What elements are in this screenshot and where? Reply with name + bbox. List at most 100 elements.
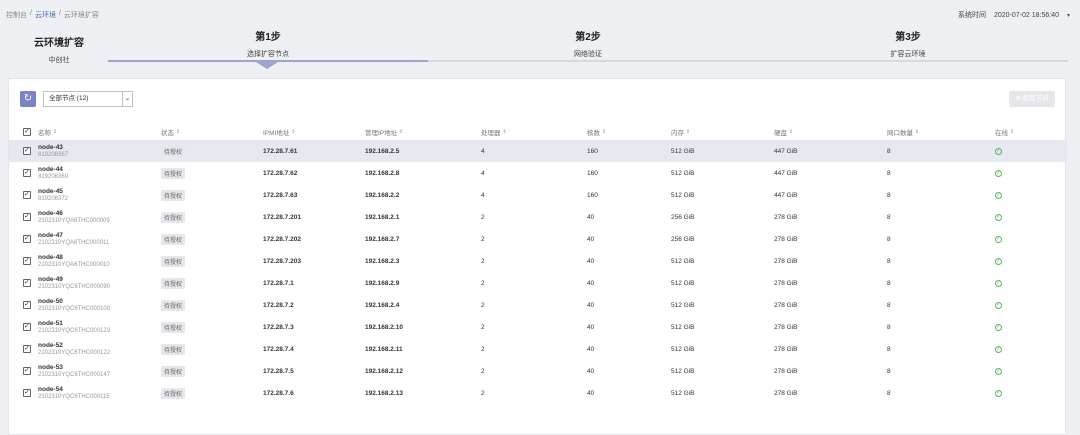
node-name[interactable]: node-45: [38, 188, 63, 195]
table-row[interactable]: ✓ node-54 2102310YQC6THC000115 待授权 172.28.7.…: [9, 382, 1067, 404]
table-row[interactable]: ✓ node-43 819208367 待授权 172.28.7.61 192.168.2…: [9, 140, 1067, 162]
table-row[interactable]: ✓ node-47 2102310YQA6THC000011 待授权 172.28.7.…: [9, 228, 1067, 250]
table-row[interactable]: ✓ node-49 2102310YQC6THC000090 待授权 172.28.7.…: [9, 272, 1067, 294]
cpu-count: 2: [481, 389, 485, 397]
mgmt-ip-address: 192.168.2.3: [365, 257, 400, 265]
table-row[interactable]: ✓ node-44 819208369 待授权 172.28.7.62 192.168.2…: [9, 162, 1067, 184]
row-checkbox[interactable]: ✓: [23, 169, 31, 177]
node-name[interactable]: node-47: [38, 232, 63, 239]
breadcrumb: 控制台 / 云环境 / 云环境扩容: [6, 10, 99, 20]
col-online[interactable]: 在线 ⇕: [995, 124, 1014, 140]
sort-icon: ⇕: [399, 129, 404, 135]
mgmt-ip-address: 192.168.2.7: [365, 235, 400, 243]
nic-count: 8: [887, 301, 891, 309]
node-filter-select[interactable]: 全部节点 (12) ⌄: [43, 91, 133, 107]
sort-icon: ⇕: [291, 129, 296, 135]
row-checkbox[interactable]: ✓: [23, 367, 31, 375]
status-badge: 待授权: [161, 299, 186, 311]
core-count: 40: [587, 213, 595, 221]
refresh-button[interactable]: ↻: [20, 91, 36, 107]
nic-count: 8: [887, 169, 891, 177]
node-serial: 819208367: [38, 152, 69, 158]
row-checkbox[interactable]: ✓: [23, 301, 31, 309]
online-check-icon: ✓: [995, 389, 1002, 397]
disk-size: 278 GiB: [774, 389, 798, 397]
col-cores[interactable]: 核数 ⇕: [587, 124, 606, 140]
memory-size: 512 GiB: [671, 169, 695, 177]
select-all-checkbox[interactable]: ✓: [23, 128, 31, 136]
row-checkbox[interactable]: ✓: [23, 257, 31, 265]
node-name[interactable]: node-54: [38, 386, 63, 393]
disk-size: 447 GiB: [774, 147, 798, 155]
env-header: 云环境扩容 中创社: [24, 34, 94, 65]
status-badge: 待授权: [161, 167, 186, 179]
breadcrumb-console[interactable]: 控制台: [6, 10, 27, 20]
configure-node-button[interactable]: ⊕ 配置节点: [1009, 91, 1055, 107]
table-row[interactable]: ✓ node-52 2102310YQC6THC000122 待授权 172.28.7.…: [9, 338, 1067, 360]
row-checkbox[interactable]: ✓: [23, 323, 31, 331]
cpu-count: 2: [481, 279, 485, 287]
status-badge: 待授权: [161, 277, 186, 289]
cpu-count: 4: [481, 191, 485, 199]
memory-size: 512 GiB: [671, 191, 695, 199]
table-row[interactable]: ✓ node-45 819208372 待授权 172.28.7.63 192.168.2…: [9, 184, 1067, 206]
table-row[interactable]: ✓ node-51 2102310YQC6THC000123 待授权 172.28.7.…: [9, 316, 1067, 338]
table-row[interactable]: ✓ node-46 2102310YQA6THC000009 待授权 172.28.7.…: [9, 206, 1067, 228]
node-name[interactable]: node-46: [38, 210, 63, 217]
row-checkbox[interactable]: ✓: [23, 235, 31, 243]
col-mgmt-ip[interactable]: 管理IP地址 ⇕: [365, 124, 403, 140]
col-state[interactable]: 状态 ⇕: [161, 124, 180, 140]
status-badge: 待授权: [161, 343, 186, 355]
node-name[interactable]: node-53: [38, 364, 63, 371]
nic-count: 8: [887, 367, 891, 375]
memory-size: 256 GiB: [671, 213, 695, 221]
status-badge: 待授权: [161, 321, 186, 333]
mgmt-ip-address: 192.168.2.2: [365, 191, 400, 199]
cpu-count: 2: [481, 345, 485, 353]
table-row[interactable]: ✓ node-48 2102310YQA6THC000010 待授权 172.28.7.…: [9, 250, 1067, 272]
status-badge: 待授权: [161, 365, 186, 377]
breadcrumb-cloud-env[interactable]: 云环境: [35, 10, 56, 20]
col-nics[interactable]: 网口数量 ⇕: [887, 124, 919, 140]
core-count: 40: [587, 235, 595, 243]
node-name[interactable]: node-51: [38, 320, 63, 327]
system-time-label: 系统时间: [957, 12, 986, 19]
table-row[interactable]: ✓ node-50 2102310YQC6THC000100 待授权 172.28.7.…: [9, 294, 1067, 316]
node-name[interactable]: node-48: [38, 254, 63, 261]
col-name[interactable]: 名称 ⇕: [38, 124, 57, 140]
status-badge: 待授权: [161, 255, 186, 267]
memory-size: 512 GiB: [671, 147, 695, 155]
node-serial: 2102310YQC6THC000123: [38, 328, 111, 334]
memory-size: 512 GiB: [671, 257, 695, 265]
node-name[interactable]: node-50: [38, 298, 63, 305]
cpu-count: 2: [481, 323, 485, 331]
node-name[interactable]: node-52: [38, 342, 63, 349]
col-ipmi[interactable]: IPMI地址 ⇕: [263, 124, 296, 140]
chevron-down-icon[interactable]: ▾: [1067, 12, 1070, 19]
row-checkbox[interactable]: ✓: [23, 345, 31, 353]
chevron-down-icon[interactable]: ⌄: [122, 92, 132, 106]
ipmi-address: 172.28.7.201: [263, 213, 301, 221]
cpu-count: 2: [481, 213, 485, 221]
row-checkbox[interactable]: ✓: [23, 213, 31, 221]
node-name[interactable]: node-44: [38, 166, 63, 173]
node-name[interactable]: node-49: [38, 276, 63, 283]
node-name[interactable]: node-43: [38, 144, 63, 151]
ipmi-address: 172.28.7.4: [263, 345, 294, 353]
memory-size: 512 GiB: [671, 301, 695, 309]
memory-size: 512 GiB: [671, 389, 695, 397]
row-checkbox[interactable]: ✓: [23, 279, 31, 287]
row-checkbox[interactable]: ✓: [23, 191, 31, 199]
ipmi-address: 172.28.7.6: [263, 389, 294, 397]
col-memory[interactable]: 内存 ⇕: [671, 124, 690, 140]
env-subtitle: 中创社: [48, 57, 70, 64]
core-count: 160: [587, 169, 598, 177]
breadcrumb-current: 云环境扩容: [63, 12, 99, 19]
online-check-icon: ✓: [995, 367, 1002, 375]
table-row[interactable]: ✓ node-53 2102310YQC6THC000147 待授权 172.28.7.…: [9, 360, 1067, 382]
row-checkbox[interactable]: ✓: [23, 389, 31, 397]
col-disk[interactable]: 硬盘 ⇕: [774, 124, 793, 140]
system-time[interactable]: 系统时间 2020-07-02 18:56:40 ▾: [958, 10, 1070, 20]
row-checkbox[interactable]: ✓: [23, 147, 31, 155]
col-cpu[interactable]: 处理器 ⇕: [481, 124, 507, 140]
